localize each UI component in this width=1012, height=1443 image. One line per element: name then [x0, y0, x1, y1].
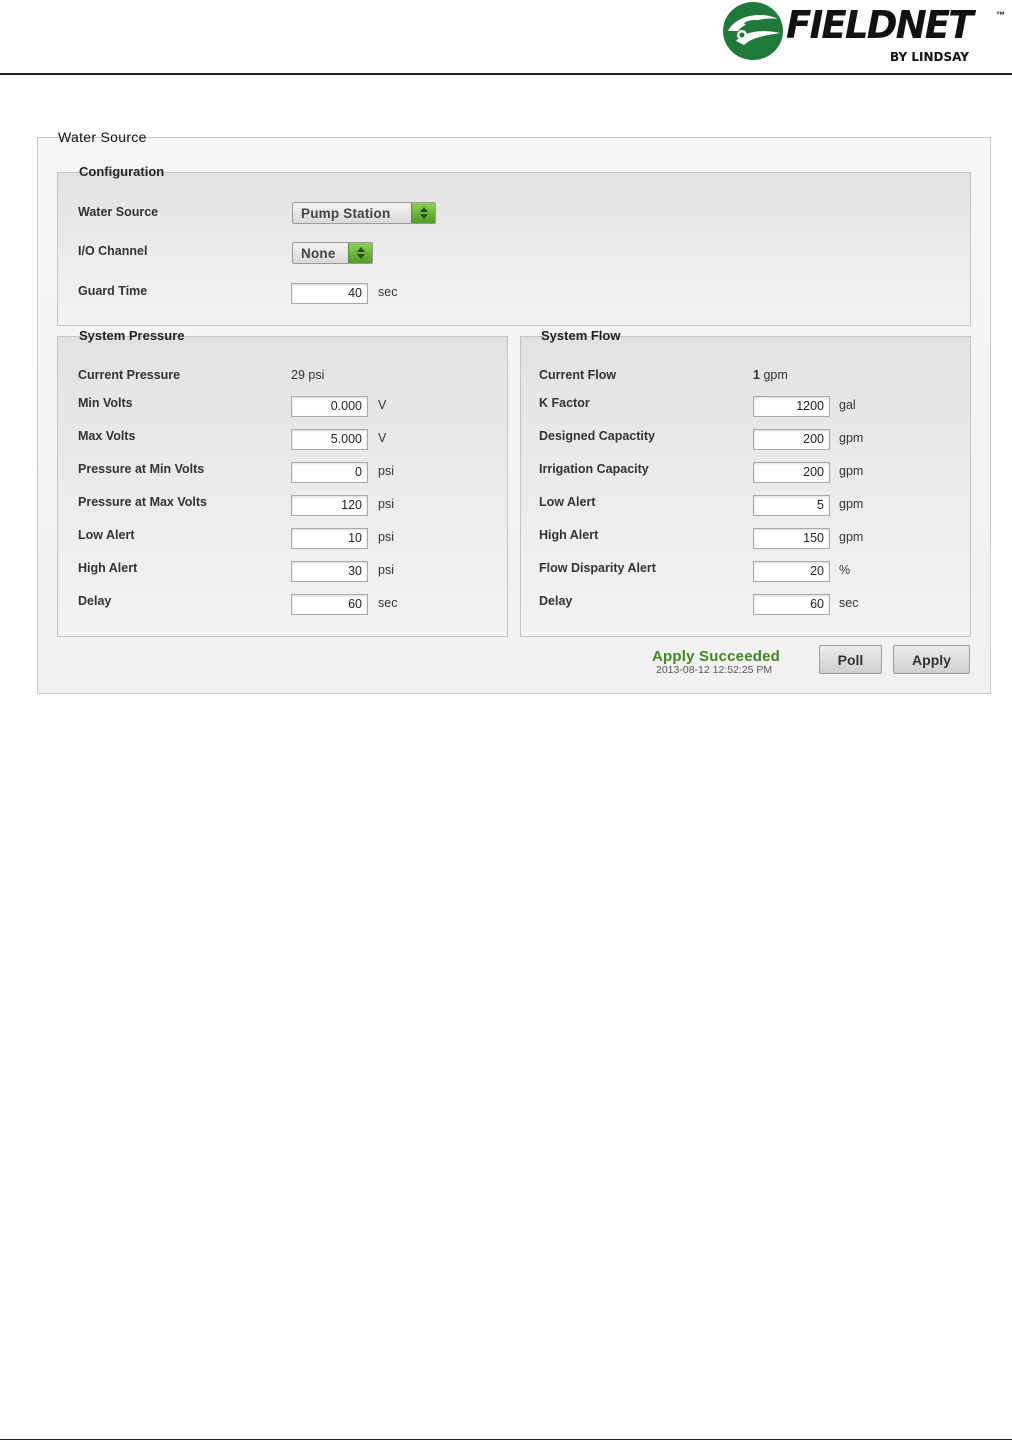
designed-capacity-unit: gpm	[839, 431, 864, 445]
max-volts-unit: V	[378, 431, 387, 445]
designed-capacity-input[interactable]: 200	[753, 429, 830, 450]
water-source-select[interactable]: Pump Station	[292, 202, 436, 224]
water-source-panel-title: Water Source	[55, 128, 150, 146]
current-pressure-value: 29 psi	[291, 368, 325, 382]
apply-status-timestamp: 2013-08-12 12:52:25 PM	[656, 664, 773, 676]
min-volts-label: Min Volts	[78, 396, 133, 410]
flow-low-alert-unit: gpm	[839, 497, 864, 511]
poll-button[interactable]: Poll	[819, 645, 882, 674]
flow-delay-label: Delay	[539, 594, 573, 608]
system-pressure-title: System Pressure	[76, 327, 188, 345]
pressure-delay-unit: sec	[378, 596, 398, 610]
pressure-high-alert-label: High Alert	[78, 561, 138, 575]
pressure-high-alert-input[interactable]: 30	[291, 561, 368, 582]
apply-status-text: Apply Succeeded	[652, 648, 781, 665]
max-volts-input[interactable]: 5.000	[291, 429, 368, 450]
pressure-min-volts-unit: psi	[378, 464, 394, 478]
flow-delay-unit: sec	[839, 596, 859, 610]
guard-time-unit: sec	[378, 285, 398, 299]
footer-divider	[0, 1439, 1012, 1440]
irrigation-capacity-unit: gpm	[839, 464, 864, 478]
pressure-max-volts-input[interactable]: 120	[291, 495, 368, 516]
header-divider	[0, 73, 1012, 75]
flow-low-alert-label: Low Alert	[539, 495, 596, 509]
configuration-title: Configuration	[76, 163, 168, 181]
min-volts-input[interactable]: 0.000	[291, 396, 368, 417]
pressure-low-alert-label: Low Alert	[78, 528, 135, 542]
logo-wordmark: FIELDNET	[786, 3, 974, 47]
k-factor-unit: gal	[839, 398, 856, 412]
pressure-low-alert-unit: psi	[378, 530, 394, 544]
guard-time-input[interactable]: 40	[291, 283, 368, 304]
flow-high-alert-input[interactable]: 150	[753, 528, 830, 549]
system-flow-title: System Flow	[538, 327, 624, 345]
apply-button[interactable]: Apply	[893, 645, 970, 674]
irrigation-capacity-input[interactable]: 200	[753, 462, 830, 483]
configuration-section: Configuration	[57, 163, 971, 326]
pressure-high-alert-unit: psi	[378, 563, 394, 577]
flow-disparity-alert-input[interactable]: 20	[753, 561, 830, 582]
fieldnet-emblem-icon	[723, 2, 783, 60]
current-flow-value: 1 gpm	[753, 368, 788, 382]
current-flow-label: Current Flow	[539, 368, 617, 382]
irrigation-capacity-label: Irrigation Capacity	[539, 462, 649, 476]
flow-disparity-alert-unit: %	[839, 563, 851, 577]
logo-byline: BY LINDSAY	[890, 50, 969, 64]
io-channel-label: I/O Channel	[78, 244, 148, 258]
flow-high-alert-label: High Alert	[539, 528, 599, 542]
updown-arrows-icon	[411, 203, 435, 223]
current-pressure-label: Current Pressure	[78, 368, 181, 382]
io-channel-select[interactable]: None	[292, 242, 373, 264]
flow-disparity-alert-label: Flow Disparity Alert	[539, 561, 656, 575]
current-flow-number: 1	[753, 368, 760, 382]
current-flow-unit: gpm	[763, 368, 788, 382]
io-channel-select-value: None	[301, 245, 336, 261]
water-source-select-value: Pump Station	[301, 205, 391, 221]
flow-high-alert-unit: gpm	[839, 530, 864, 544]
flow-low-alert-input[interactable]: 5	[753, 495, 830, 516]
updown-arrows-icon	[348, 243, 372, 263]
k-factor-input[interactable]: 1200	[753, 396, 830, 417]
min-volts-unit: V	[378, 398, 387, 412]
logo-trademark: ™	[996, 10, 1005, 20]
pressure-min-volts-label: Pressure at Min Volts	[78, 462, 205, 476]
pressure-delay-input[interactable]: 60	[291, 594, 368, 615]
water-source-label: Water Source	[78, 205, 159, 219]
k-factor-label: K Factor	[539, 396, 590, 410]
designed-capacity-label: Designed Capactity	[539, 429, 656, 443]
flow-delay-input[interactable]: 60	[753, 594, 830, 615]
pressure-max-volts-label: Pressure at Max Volts	[78, 495, 207, 509]
guard-time-label: Guard Time	[78, 284, 148, 298]
pressure-delay-label: Delay	[78, 594, 112, 608]
pressure-low-alert-input[interactable]: 10	[291, 528, 368, 549]
fieldnet-logo: FIELDNET ™ BY LINDSAY	[722, 0, 1012, 70]
max-volts-label: Max Volts	[78, 429, 136, 443]
pressure-max-volts-unit: psi	[378, 497, 394, 511]
pressure-min-volts-input[interactable]: 0	[291, 462, 368, 483]
